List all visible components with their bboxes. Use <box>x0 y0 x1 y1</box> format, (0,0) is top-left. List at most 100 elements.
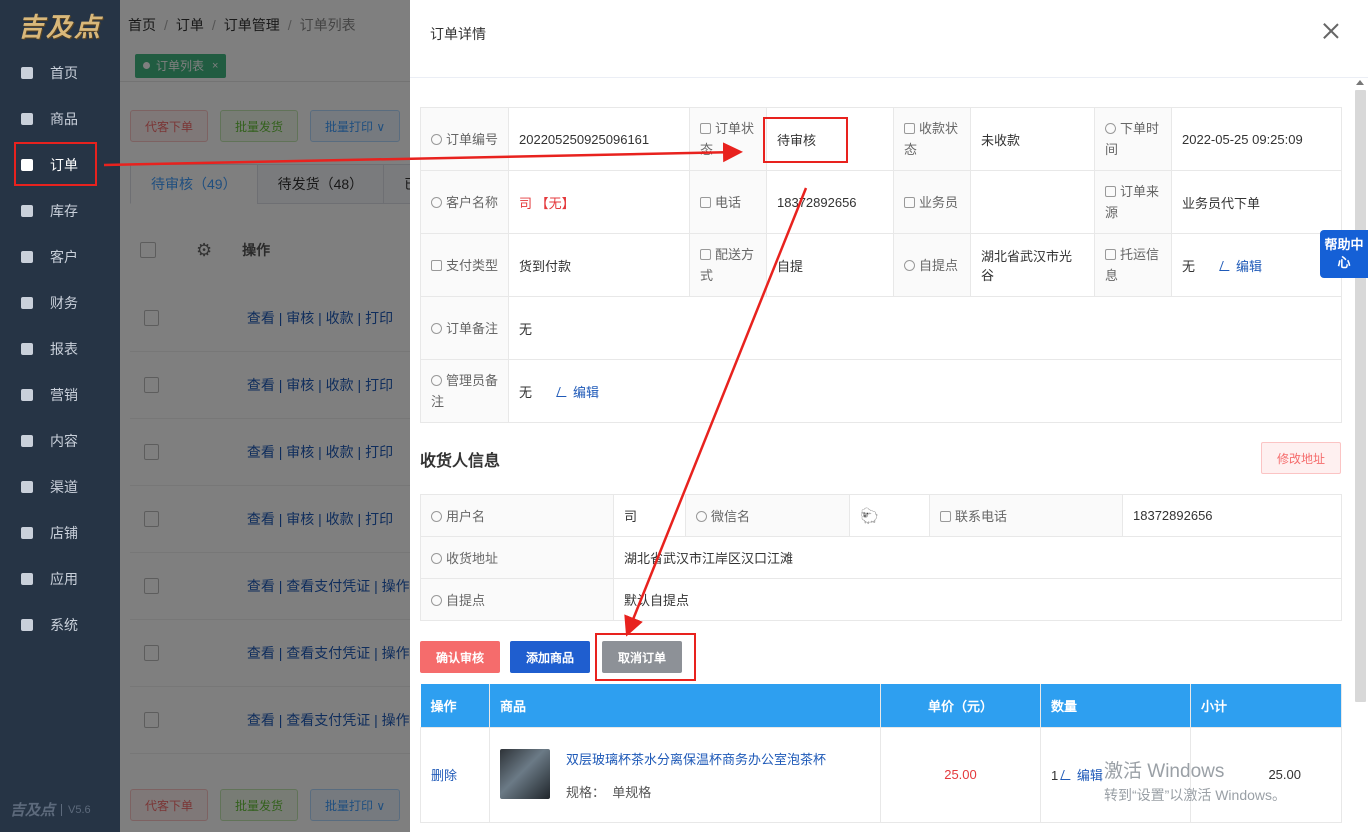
confirm-review-button[interactable]: 确认审核 <box>420 641 501 673</box>
nav-system[interactable]: 系统 <box>0 602 120 648</box>
address-label: 收货地址 <box>420 536 614 579</box>
edit-icon <box>1219 260 1233 271</box>
card-icon <box>904 123 915 134</box>
nav-home[interactable]: 首页 <box>0 50 120 96</box>
goods-header-price: 单价（元） <box>880 684 1041 727</box>
product-thumbnail[interactable] <box>500 748 550 799</box>
order-detail-drawer: 订单详情 订单编号 202205250925096161 订单状态 待审核 收款… <box>410 0 1368 832</box>
address-value: 湖北省武汉市江岸区汉口江滩 <box>613 536 1342 579</box>
receiver-table: 用户名 司 微信名 🐑 联系电话 18372892656 收货地址 湖北省武汉市… <box>420 494 1342 621</box>
source-value: 业务员代下单 <box>1171 170 1342 234</box>
marketing-icon <box>20 388 34 402</box>
wechat-avatar-icon: 🐑 <box>860 507 879 525</box>
folder-icon <box>431 259 442 271</box>
delivery-value: 自提 <box>766 233 894 297</box>
channel-icon <box>20 480 34 494</box>
wechat-label: 微信名 <box>685 494 850 537</box>
nav-marketing[interactable]: 营销 <box>0 372 120 418</box>
order-no-label: 订单编号 <box>420 107 509 171</box>
location-icon <box>431 595 442 606</box>
briefcase-icon <box>904 196 915 208</box>
nav-stores[interactable]: 店铺 <box>0 510 120 556</box>
comment-icon <box>431 375 442 386</box>
nav-reports[interactable]: 报表 <box>0 326 120 372</box>
annotation-box-cancel <box>595 633 696 681</box>
sidebar-footer: 吉及点 V5.6 <box>10 799 91 820</box>
remark-label: 订单备注 <box>420 296 509 360</box>
shipping-value: 无编辑 <box>1171 233 1342 297</box>
goods-header-op: 操作 <box>420 684 490 727</box>
nav-apps[interactable]: 应用 <box>0 556 120 602</box>
phone-label: 电话 <box>689 170 767 234</box>
truck-icon <box>700 249 711 260</box>
customer-label: 客户名称 <box>420 170 509 234</box>
add-goods-button[interactable]: 添加商品 <box>510 641 591 673</box>
footer-logo: 吉及点 <box>10 801 56 819</box>
pickup-value: 湖北省武汉市光谷 <box>970 233 1095 297</box>
status-label: 订单状态 <box>689 107 767 171</box>
help-center-button[interactable]: 帮助中心 <box>1320 230 1368 278</box>
username-label: 用户名 <box>420 494 614 537</box>
nav-goods[interactable]: 商品 <box>0 96 120 142</box>
payment-status-label: 收款状态 <box>893 107 971 171</box>
nav-content[interactable]: 内容 <box>0 418 120 464</box>
nav-customers[interactable]: 客户 <box>0 234 120 280</box>
order-info-table: 订单编号 202205250925096161 订单状态 待审核 收款状态 未收… <box>420 107 1342 423</box>
admin-remark-label: 管理员备注 <box>420 359 509 423</box>
username-value: 司 <box>613 494 686 537</box>
order-time-label: 下单时间 <box>1094 107 1172 171</box>
receiver-pickup-value: 默认自提点 <box>613 578 1342 621</box>
chat-icon <box>696 511 707 522</box>
order-no-value: 202205250925096161 <box>508 107 690 171</box>
scrollbar[interactable] <box>1355 90 1366 702</box>
pay-type-label: 支付类型 <box>420 233 509 297</box>
user-icon <box>431 133 442 145</box>
scroll-up-icon[interactable] <box>1356 80 1364 85</box>
sidebar: 吉及点 首页 商品 订单 库存 客户 财务 报表 营销 内容 渠道 店铺 应用 … <box>0 0 120 832</box>
edit-icon <box>556 386 570 397</box>
nav-inventory[interactable]: 库存 <box>0 188 120 234</box>
delivery-label: 配送方式 <box>689 233 767 297</box>
bar-chart-icon <box>20 342 34 356</box>
store-icon <box>20 526 34 540</box>
receiver-section-title: 收货人信息 <box>420 453 501 470</box>
wechat-value: 🐑 <box>849 494 930 537</box>
app-icon <box>20 572 34 586</box>
version-label: V5.6 <box>61 803 91 816</box>
edit-qty-button[interactable]: 编辑 <box>1060 768 1103 783</box>
windows-activation-watermark: 激活 Windows 转到“设置”以激活 Windows。 <box>1104 761 1287 803</box>
delete-goods-link[interactable]: 删除 <box>431 768 457 783</box>
goods-header-product: 商品 <box>489 684 881 727</box>
product-spec: 规格： 单规格 <box>566 784 652 800</box>
pay-type-value: 货到付款 <box>508 233 690 297</box>
phone-value: 18372892656 <box>766 170 894 234</box>
user-icon <box>20 250 34 264</box>
edit-admin-remark-button[interactable]: 编辑 <box>556 385 599 400</box>
document-icon <box>700 123 711 134</box>
payment-status-value: 未收款 <box>970 107 1095 171</box>
order-time-value: 2022-05-25 09:25:09 <box>1171 107 1342 171</box>
goods-product-cell: 双层玻璃杯茶水分离保温杯商务办公室泡茶杯 规格： 单规格 <box>489 726 881 823</box>
goods-header-subtotal: 小计 <box>1190 684 1342 727</box>
location-icon <box>904 259 915 271</box>
share-icon <box>1105 186 1116 197</box>
modal-overlay[interactable] <box>120 0 410 832</box>
nav-finance[interactable]: 财务 <box>0 280 120 326</box>
annotation-box-status <box>763 117 848 163</box>
modify-address-button[interactable]: 修改地址 <box>1261 442 1341 474</box>
product-name-link[interactable]: 双层玻璃杯茶水分离保温杯商务办公室泡茶杯 <box>500 749 870 768</box>
location-icon <box>431 553 442 564</box>
clock-icon <box>1105 123 1116 134</box>
nav-channels[interactable]: 渠道 <box>0 464 120 510</box>
goods-header-qty: 数量 <box>1040 684 1191 727</box>
brand-logo[interactable]: 吉及点 <box>0 0 120 50</box>
close-icon[interactable] <box>1322 22 1340 40</box>
shipping-label: 托运信息 <box>1094 233 1172 297</box>
salesman-label: 业务员 <box>893 170 971 234</box>
edit-shipping-button[interactable]: 编辑 <box>1219 259 1262 274</box>
source-label: 订单来源 <box>1094 170 1172 234</box>
cart-icon <box>20 112 34 126</box>
contact-phone-value: 18372892656 <box>1122 494 1342 537</box>
receiver-pickup-label: 自提点 <box>420 578 614 621</box>
phone-icon <box>940 511 951 522</box>
